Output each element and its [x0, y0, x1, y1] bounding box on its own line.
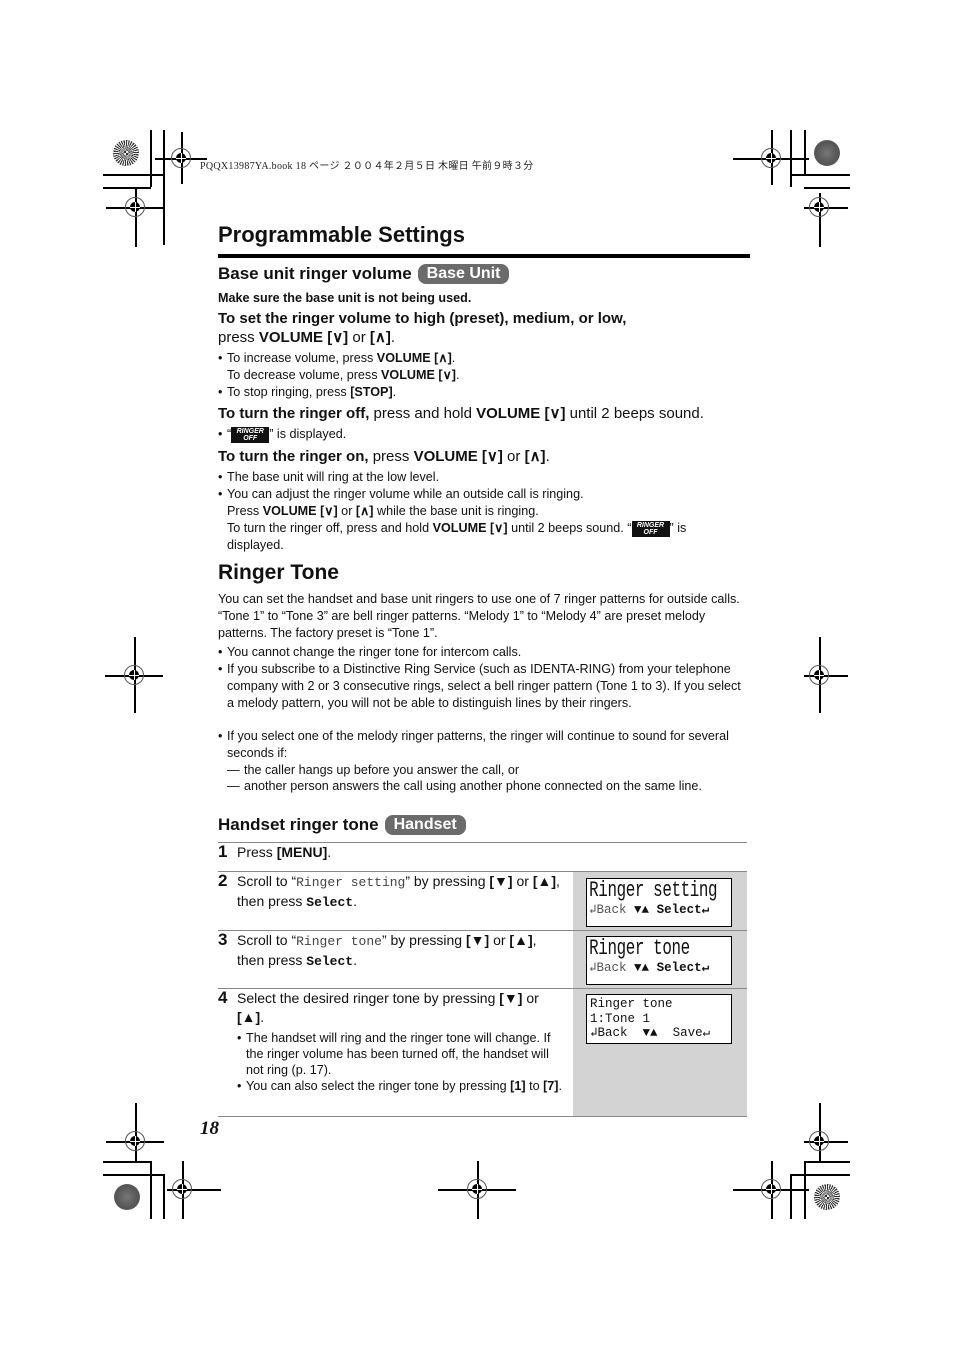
registration-disc — [113, 140, 139, 166]
dash-item: — another person answers the call using a… — [227, 779, 702, 793]
step-1: 1 Press [MENU]. — [218, 842, 332, 861]
step-3: 3 Scroll to “Ringer tone” by pressing [▼… — [218, 930, 537, 969]
set-volume-instruction: press VOLUME [∨] or [∧]. — [218, 329, 396, 346]
ringer-off-icon: RINGER OFF — [631, 521, 670, 537]
volume-down-key: [∨] — [327, 329, 349, 346]
lcd-display-ringer-tone: Ringer tone ↲Back ▼▲ Select↵ — [586, 936, 732, 985]
registration-disc — [814, 140, 840, 166]
handset-badge: Handset — [384, 815, 466, 835]
section-heading-base-volume: Base unit ringer volume Base Unit — [218, 264, 510, 284]
crop-mark — [103, 1174, 164, 1176]
crop-mark — [804, 187, 850, 189]
dash-item: — the caller hangs up before you answer t… — [227, 763, 520, 777]
list-item: • You can also select the ringer tone by … — [237, 1079, 562, 1093]
ringer-off-icon: RINGER OFF — [231, 427, 270, 443]
ringer-on-instruction: To turn the ringer on, press VOLUME [∨] … — [218, 448, 550, 465]
list-item: • If you subscribe to a Distinctive Ring … — [218, 662, 741, 710]
section-title: Handset ringer tone — [218, 815, 379, 834]
list-item: • If you select one of the melody ringer … — [218, 729, 729, 760]
section-title: Base unit ringer volume — [218, 264, 412, 283]
volume-up-key: [∧] — [369, 329, 391, 346]
crop-mark — [804, 130, 806, 175]
divider — [218, 1116, 747, 1117]
lcd-display-ringer-setting: Ringer setting ↲Back ▼▲ Select↵ — [586, 878, 732, 927]
note: Make sure the base unit is not being use… — [218, 291, 472, 305]
section-title-ringer-tone: Ringer Tone — [218, 561, 339, 584]
crop-mark — [790, 1174, 850, 1176]
title-rule — [218, 254, 750, 258]
list-item: • The handset will ring and the ringer to… — [237, 1031, 551, 1077]
crop-mark — [790, 1174, 792, 1219]
page-number: 18 — [200, 1118, 219, 1139]
page-title: Programmable Settings — [218, 222, 465, 247]
crop-mark — [804, 1161, 850, 1163]
crop-mark — [150, 1161, 152, 1219]
crop-mark — [103, 1161, 151, 1163]
list-item: • The base unit will ring at the low leve… — [218, 470, 440, 484]
list-item: • You cannot change the ringer tone for i… — [218, 645, 522, 659]
list-item: • To stop ringing, press [STOP]. — [218, 385, 397, 399]
crop-mark — [150, 130, 152, 187]
ringer-off-instruction: To turn the ringer off, press and hold V… — [218, 405, 704, 422]
crop-mark — [163, 1174, 165, 1219]
crop-mark — [804, 1161, 806, 1219]
base-unit-badge: Base Unit — [417, 264, 510, 284]
ringer-tone-intro: You can set the handset and base unit ri… — [218, 592, 740, 640]
crop-mark — [163, 130, 165, 245]
section-heading-handset-tone: Handset ringer tone Handset — [218, 815, 466, 835]
crop-mark — [103, 174, 164, 176]
crop-mark — [103, 187, 151, 189]
list-item: • “RINGER OFF” is displayed. — [218, 427, 347, 443]
step-4: 4 Select the desired ringer tone by pres… — [218, 988, 562, 1093]
lcd-display-tone-select: Ringer tone 1:Tone 1 ↲Back ▼▲ Save↵ — [586, 994, 732, 1044]
registration-disc — [114, 1184, 140, 1210]
step-2: 2 Scroll to “Ringer setting” by pressing… — [218, 871, 560, 910]
crop-mark — [790, 174, 850, 176]
list-item: • To increase volume, press VOLUME [∧]. T… — [218, 351, 460, 382]
registration-disc — [814, 1184, 840, 1210]
stop-key: [STOP] — [350, 385, 393, 399]
print-header: PQQX13987YA.book 18 ページ ２００４年２月５日 木曜日 午前… — [200, 161, 534, 172]
list-item: • You can adjust the ringer volume while … — [218, 487, 687, 552]
menu-key: [MENU] — [276, 844, 328, 860]
set-volume-heading: To set the ringer volume to high (preset… — [218, 310, 627, 327]
